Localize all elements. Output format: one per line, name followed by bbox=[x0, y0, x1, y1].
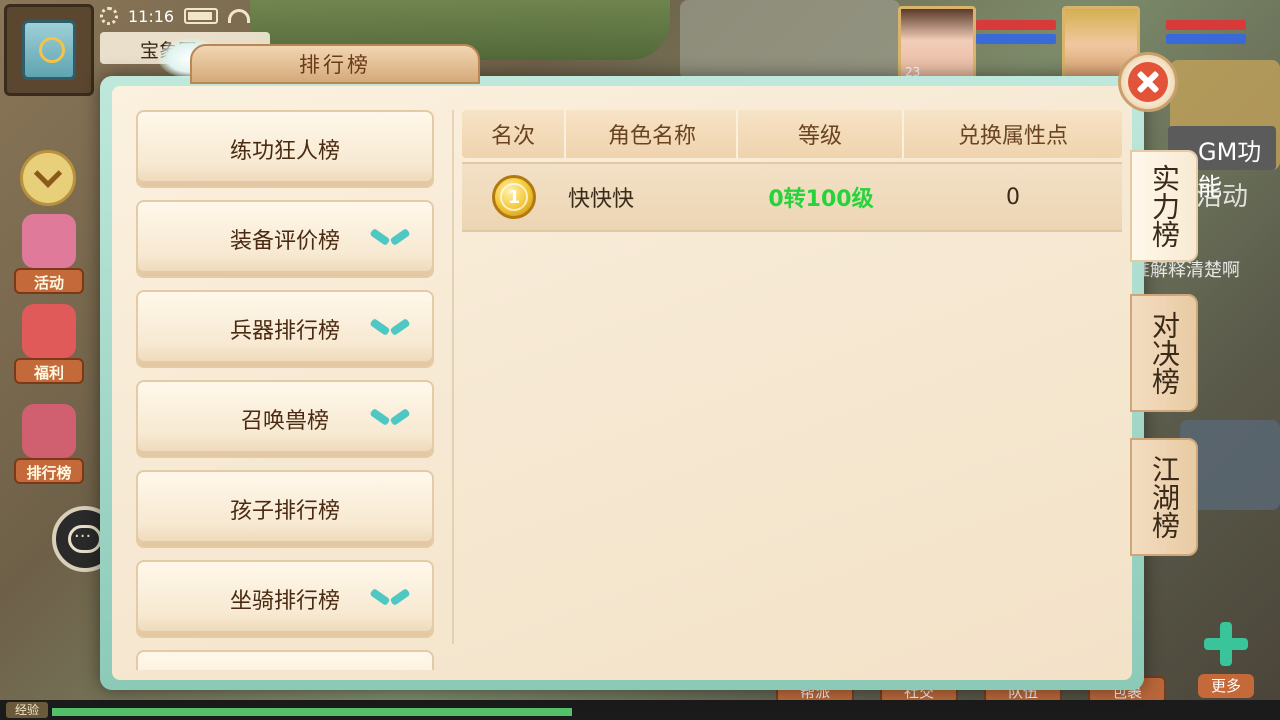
hp-bar bbox=[1166, 20, 1246, 30]
points-cell: 0 bbox=[1006, 184, 1020, 210]
chevron-down-icon bbox=[374, 588, 404, 608]
mp-bar bbox=[976, 34, 1056, 44]
close-button[interactable] bbox=[1118, 52, 1178, 112]
pet-avatar[interactable]: 23 bbox=[898, 6, 976, 82]
ranking-category-list[interactable]: 练功狂人榜 装备评价榜 兵器排行榜 召唤兽榜 孩子排行榜 坐骑排行榜 bbox=[136, 110, 436, 670]
category-item[interactable]: 召唤兽榜 bbox=[136, 380, 434, 458]
close-icon bbox=[1128, 62, 1168, 102]
activity-link[interactable]: 活动 bbox=[1196, 176, 1248, 213]
category-label: 召唤兽榜 bbox=[240, 409, 329, 434]
gold-medal-icon: 1 bbox=[492, 175, 536, 219]
horn-icon bbox=[22, 214, 76, 268]
clock: 11:16 bbox=[128, 6, 175, 26]
ranking-button-label: 排行榜 bbox=[14, 458, 84, 484]
activity-button-label: 活动 bbox=[14, 268, 84, 294]
world-map-button[interactable] bbox=[4, 4, 94, 96]
tab-label: 对决榜 bbox=[1148, 311, 1181, 395]
header-rank: 名次 bbox=[462, 110, 566, 158]
mp-bar bbox=[1166, 34, 1246, 44]
category-item[interactable]: 孩子排行榜 bbox=[136, 470, 434, 548]
modal-title: 排行榜 bbox=[299, 53, 371, 77]
welfare-button[interactable]: 福利 bbox=[8, 304, 92, 384]
category-item[interactable]: 装备评价榜 bbox=[136, 200, 434, 278]
wifi-icon bbox=[228, 9, 251, 23]
modal-title-tab: 排行榜 bbox=[190, 44, 480, 84]
more-button[interactable]: 更多 bbox=[1190, 622, 1260, 698]
category-item[interactable] bbox=[136, 650, 434, 670]
header-level: 等级 bbox=[738, 110, 904, 158]
panel-divider bbox=[452, 110, 454, 644]
category-label: 孩子排行榜 bbox=[229, 499, 340, 524]
scene-decor bbox=[680, 0, 900, 80]
category-item[interactable]: 坐骑排行榜 bbox=[136, 560, 434, 638]
chevron-down-icon bbox=[374, 408, 404, 428]
gear-icon bbox=[100, 7, 118, 25]
device-status-bar: 11:16 bbox=[100, 0, 251, 32]
rank-cell: 1 bbox=[462, 164, 566, 230]
ranking-button[interactable]: 排行榜 bbox=[8, 404, 92, 484]
tab-strength-rank[interactable]: 实力榜 bbox=[1130, 150, 1198, 262]
exp-label: 经验 bbox=[6, 702, 48, 718]
more-button-label: 更多 bbox=[1198, 674, 1254, 698]
plus-icon bbox=[1204, 622, 1248, 666]
name-cell: 快快快 bbox=[568, 187, 635, 212]
player-status-bars bbox=[1166, 20, 1246, 48]
header-name: 角色名称 bbox=[566, 110, 738, 158]
exp-fill bbox=[52, 708, 572, 716]
chat-bubble-icon bbox=[68, 525, 102, 553]
chevron-down-icon bbox=[33, 159, 63, 188]
chevron-down-icon bbox=[374, 228, 404, 248]
collapse-menu-button[interactable] bbox=[20, 150, 76, 206]
category-label: 装备评价榜 bbox=[229, 229, 340, 254]
gift-icon bbox=[22, 304, 76, 358]
ranking-scroll-icon bbox=[22, 404, 76, 458]
welfare-button-label: 福利 bbox=[14, 358, 84, 384]
category-label: 坐骑排行榜 bbox=[229, 589, 340, 614]
tab-label: 江湖榜 bbox=[1148, 455, 1181, 539]
table-row[interactable]: 1 快快快 0转100级 0 bbox=[462, 162, 1122, 232]
category-item[interactable]: 练功狂人榜 bbox=[136, 110, 434, 188]
tab-jianghu-rank[interactable]: 江湖榜 bbox=[1130, 438, 1198, 556]
level-cell: 0转100级 bbox=[768, 187, 874, 212]
battery-icon bbox=[184, 8, 219, 24]
category-item[interactable]: 兵器排行榜 bbox=[136, 290, 434, 368]
category-label: 练功狂人榜 bbox=[229, 139, 340, 164]
header-points: 兑换属性点 bbox=[957, 124, 1068, 149]
tab-label: 实力榜 bbox=[1148, 164, 1181, 248]
chevron-down-icon bbox=[374, 318, 404, 338]
table-header: 名次 角色名称 等级 兑换属性点 bbox=[462, 110, 1122, 158]
exp-bar: 经验 bbox=[0, 700, 1280, 720]
hp-bar bbox=[976, 20, 1056, 30]
map-scroll-icon bbox=[22, 20, 76, 80]
ranking-table: 名次 角色名称 等级 兑换属性点 1 快快快 0转100级 0 bbox=[462, 110, 1122, 232]
tab-duel-rank[interactable]: 对决榜 bbox=[1130, 294, 1198, 412]
activity-button[interactable]: 活动 bbox=[8, 214, 92, 294]
category-label: 兵器排行榜 bbox=[229, 319, 340, 344]
pet-status-bars bbox=[976, 20, 1056, 48]
